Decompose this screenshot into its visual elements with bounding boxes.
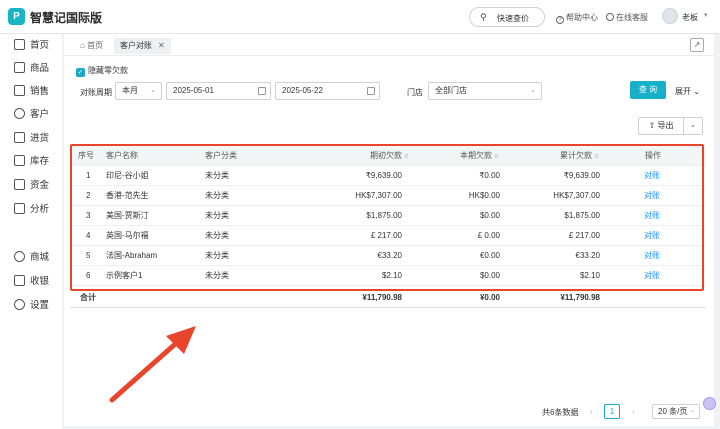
hide-zero-debt-checkbox[interactable]: ✓ 隐藏零欠款	[76, 65, 128, 77]
help-center-link[interactable]: ? 帮助中心	[556, 12, 598, 24]
chevron-down-icon: ⌄	[693, 87, 700, 96]
purchase-icon	[14, 132, 25, 143]
export-more-button[interactable]: ⌄	[684, 117, 703, 135]
user-name[interactable]: 老板	[682, 12, 698, 23]
tab-label: 客户对账	[120, 41, 152, 50]
pagination-next-icon[interactable]: ›	[632, 407, 635, 416]
sidebar-item-label: 商品	[30, 63, 50, 74]
hide-zero-label: 隐藏零欠款	[88, 66, 128, 75]
sidebar-item-label: 设置	[30, 300, 50, 311]
sidebar-item-purchase[interactable]: 进货	[14, 132, 49, 146]
calendar-icon	[367, 87, 375, 95]
expand-filters-link[interactable]: 展开 ⌄	[675, 86, 700, 97]
chevron-down-icon: ⌄	[530, 87, 536, 94]
online-service-link[interactable]: 在线客服	[606, 12, 648, 23]
quick-price-label: 快速查价	[497, 14, 529, 23]
end-date-value: 2025-05-22	[282, 86, 323, 95]
home-icon: ⌂	[80, 41, 88, 50]
box-icon	[14, 62, 25, 73]
tab-bar: ⌂ 首页 客户对账 ✕ ↗	[64, 34, 714, 56]
sidebar-item-settings[interactable]: 设置	[14, 299, 49, 313]
user-icon	[14, 108, 25, 119]
headset-icon	[606, 13, 614, 21]
pagination-total: 共6条数据	[542, 408, 579, 417]
pagination-prev-icon[interactable]: ‹	[590, 407, 593, 416]
close-icon[interactable]: ✕	[158, 41, 165, 50]
store-select[interactable]: 全部门店 ⌄	[428, 82, 542, 100]
cashier-icon	[14, 275, 25, 286]
sidebar-item-customers[interactable]: 客户	[14, 108, 49, 122]
quick-price-search-button[interactable]: ⚲ 快速查价	[469, 7, 545, 27]
home-icon	[14, 39, 25, 50]
period-label: 对账周期	[80, 88, 112, 97]
end-date-input[interactable]: 2025-05-22	[275, 82, 380, 100]
app-title: 智慧记国际版	[30, 11, 103, 25]
sidebar-item-analysis[interactable]: 分析	[14, 203, 49, 217]
tab-customer-reconciliation[interactable]: 客户对账 ✕	[114, 38, 171, 54]
calendar-icon	[258, 87, 266, 95]
sidebar-item-inventory[interactable]: 库存	[14, 155, 49, 169]
online-service-label: 在线客服	[616, 13, 648, 22]
top-bar: P 智慧记国际版 ⚲ 快速查价 ? 帮助中心 在线客服 老板 ▾	[0, 0, 720, 34]
total-label: 合计	[80, 293, 96, 302]
pagination-page[interactable]: 1	[604, 404, 620, 419]
highlight-box	[70, 144, 704, 291]
checkmark-icon[interactable]: ✓	[76, 68, 85, 77]
app-logo-icon: P	[8, 8, 25, 25]
table-total-row: 合计 ¥11,790.98 ¥0.00 ¥11,790.98	[70, 288, 706, 308]
sidebar-item-mall[interactable]: 商城	[14, 251, 49, 265]
chevron-down-icon[interactable]: ▾	[704, 11, 708, 19]
store-value: 全部门店	[435, 86, 467, 95]
search-icon: ⚲	[480, 12, 487, 22]
chevron-down-icon: ⌄	[689, 408, 695, 414]
sidebar-item-label: 收银	[30, 276, 50, 287]
export-label: 导出	[657, 121, 674, 130]
expand-label: 展开	[675, 87, 691, 96]
page-size-select[interactable]: 20 条/页 ⌄	[652, 404, 700, 419]
sidebar-item-label: 进货	[30, 133, 50, 144]
main-content: ⌂ 首页 客户对账 ✕ ↗ ✓ 隐藏零欠款 对账周期 本月 ⌄ 2025-05-01 …	[64, 34, 714, 426]
export-button[interactable]: ⇧ 导出	[638, 117, 684, 135]
shop-icon	[14, 251, 25, 262]
sidebar-item-label: 分析	[30, 204, 50, 215]
tab-home[interactable]: ⌂ 首页	[74, 38, 109, 54]
chevron-down-icon: ⌄	[690, 122, 696, 129]
page-size-value: 20 条/页	[658, 407, 688, 416]
total-opening: ¥11,790.98	[362, 293, 402, 302]
store-label: 门店	[407, 88, 423, 97]
total-current: ¥0.00	[479, 293, 500, 302]
period-value: 本月	[122, 86, 138, 95]
query-button[interactable]: 查 询	[630, 81, 666, 99]
sidebar-item-sales[interactable]: 销售	[14, 85, 49, 99]
sidebar-item-label: 客户	[30, 109, 50, 120]
sidebar-item-home[interactable]: 首页	[14, 39, 49, 53]
annotation-arrow-icon	[109, 326, 196, 403]
start-date-value: 2025-05-01	[173, 86, 214, 95]
fullscreen-icon[interactable]: ↗	[690, 38, 704, 52]
money-icon	[14, 179, 25, 190]
avatar[interactable]	[662, 8, 678, 24]
sidebar-item-funds[interactable]: 资金	[14, 179, 49, 193]
sidebar-item-cashier[interactable]: 收银	[14, 275, 49, 289]
sidebar-item-label: 库存	[30, 156, 50, 167]
total-cumulative: ¥11,790.98	[560, 293, 600, 302]
help-icon: ?	[556, 16, 564, 24]
sidebar-item-label: 首页	[30, 40, 50, 51]
sidebar-item-label: 销售	[30, 86, 50, 97]
sidebar-item-label: 资金	[30, 180, 50, 191]
assistant-bubble-icon[interactable]	[703, 397, 716, 410]
chevron-down-icon: ⌄	[150, 87, 156, 94]
sidebar: 首页 商品 销售 客户 进货 库存 资金 分析 商城 收银 设置	[0, 34, 62, 429]
start-date-input[interactable]: 2025-05-01	[166, 82, 271, 100]
period-select[interactable]: 本月 ⌄	[115, 82, 162, 100]
warehouse-icon	[14, 155, 25, 166]
sidebar-item-label: 商城	[30, 252, 50, 263]
gear-icon	[14, 299, 25, 310]
sidebar-item-products[interactable]: 商品	[14, 62, 49, 76]
chart-icon	[14, 203, 25, 214]
sales-icon	[14, 85, 25, 96]
help-center-label: 帮助中心	[566, 13, 598, 22]
tab-label: 首页	[87, 41, 104, 50]
